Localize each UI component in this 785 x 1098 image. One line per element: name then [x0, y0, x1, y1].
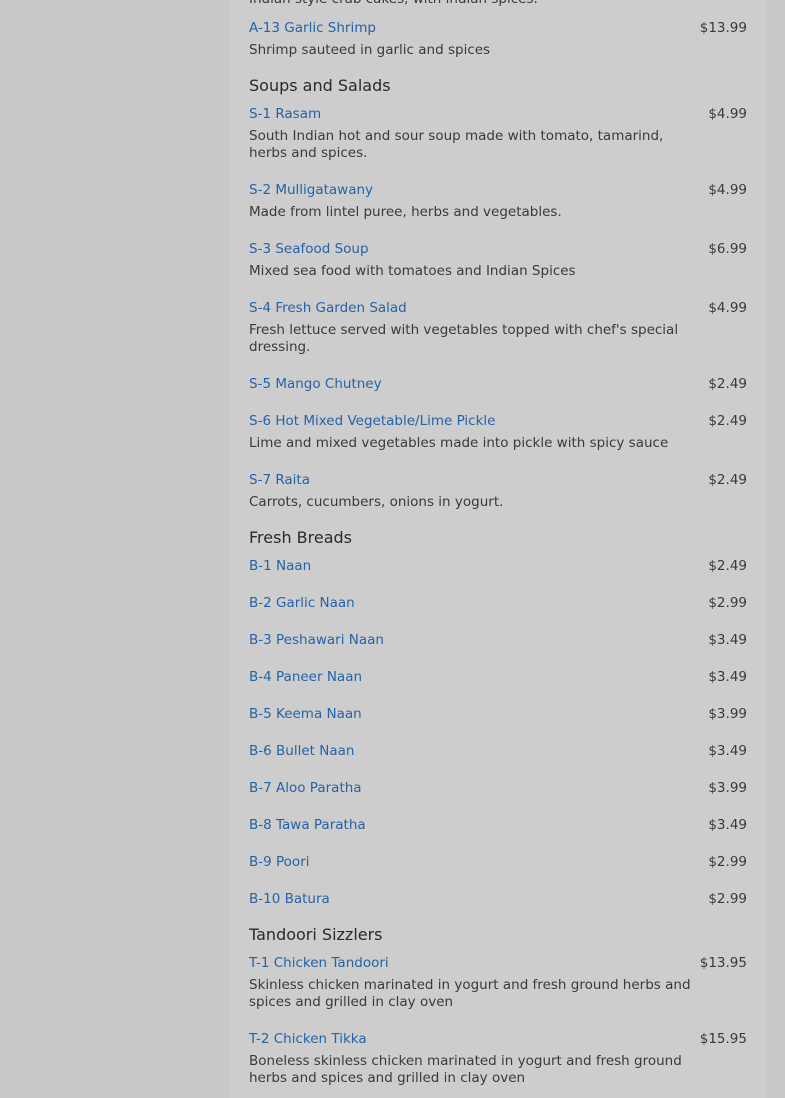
- menu-item-price: $2.99: [708, 854, 747, 870]
- menu-item: B-5 Keema Naan $3.99: [249, 706, 747, 723]
- menu-item: S-6 Hot Mixed Vegetable/Lime Pickle $2.49…: [249, 413, 747, 452]
- menu-item-name[interactable]: S-2 Mulligatawany: [249, 182, 373, 199]
- menu-item: B-1 Naan $2.49: [249, 558, 747, 575]
- menu-content: Indian style crab cakes, with indian spi…: [249, 0, 747, 1098]
- menu-item-name[interactable]: T-1 Chicken Tandoori: [249, 955, 389, 972]
- menu-item-price: $15.95: [699, 1031, 747, 1047]
- menu-item-name[interactable]: B-6 Bullet Naan: [249, 743, 354, 760]
- menu-item-name[interactable]: B-9 Poori: [249, 854, 310, 871]
- section-title: Tandoori Sizzlers: [249, 925, 383, 944]
- menu-section: Soups and Salads S-1 Rasam $4.99 South Indi…: [249, 76, 747, 511]
- menu-item-name[interactable]: S-6 Hot Mixed Vegetable/Lime Pickle: [249, 413, 495, 430]
- menu-panel: Indian style crab cakes, with indian spi…: [229, 0, 767, 1098]
- menu-item-price: $3.49: [708, 669, 747, 685]
- menu-item: S-3 Seafood Soup $6.99 Mixed sea food with…: [249, 241, 747, 280]
- menu-item-price: $3.49: [708, 817, 747, 833]
- menu-item-price: $6.99: [708, 241, 747, 257]
- menu-item-price: $2.49: [708, 376, 747, 392]
- menu-item-price: $2.49: [708, 558, 747, 574]
- menu-item-price: $3.49: [708, 743, 747, 759]
- menu-item-name[interactable]: T-2 Chicken Tikka: [249, 1031, 367, 1048]
- menu-item-description: Lime and mixed vegetables made into pick…: [249, 435, 669, 451]
- menu-item-price: $2.49: [708, 413, 747, 429]
- menu-item-name[interactable]: B-4 Paneer Naan: [249, 669, 362, 686]
- menu-item-price: $4.99: [708, 106, 747, 122]
- menu-item: B-2 Garlic Naan $2.99: [249, 595, 747, 612]
- menu-item-description: Boneless skinless chicken marinated in y…: [249, 1053, 682, 1086]
- menu-item-description: Carrots, cucumbers, onions in yogurt.: [249, 494, 504, 510]
- menu-item-name[interactable]: B-1 Naan: [249, 558, 311, 575]
- menu-item: B-9 Poori $2.99: [249, 854, 747, 871]
- menu-item: S-5 Mango Chutney $2.49: [249, 376, 747, 393]
- menu-item-name[interactable]: B-10 Batura: [249, 891, 330, 908]
- menu-item-price: $3.49: [708, 632, 747, 648]
- menu-item: S-7 Raita $2.49 Carrots, cucumbers, onions…: [249, 472, 747, 511]
- menu-item-name[interactable]: B-5 Keema Naan: [249, 706, 362, 723]
- menu-section: Tandoori Sizzlers T-1 Chicken Tandoori $13…: [249, 925, 747, 1087]
- menu-item-price: $3.99: [708, 706, 747, 722]
- menu-item-name[interactable]: B-3 Peshawari Naan: [249, 632, 384, 649]
- menu-item-description: Shrimp sauteed in garlic and spices: [249, 42, 491, 58]
- menu-item-price: $13.95: [699, 955, 747, 971]
- menu-item-price: $4.99: [708, 182, 747, 198]
- item-description: Indian style crab cakes, with indian spi…: [249, 0, 747, 8]
- menu-item: B-7 Aloo Paratha $3.99: [249, 780, 747, 797]
- menu-item: B-10 Batura $2.99: [249, 891, 747, 908]
- menu-item-description: South Indian hot and sour soup made with…: [249, 128, 664, 161]
- menu-item: T-2 Chicken Tikka $15.95 Boneless skinless…: [249, 1031, 747, 1087]
- menu-item-description: Fresh lettuce served with vegetables top…: [249, 322, 679, 355]
- menu-item-name[interactable]: S-4 Fresh Garden Salad: [249, 300, 407, 317]
- menu-item-name[interactable]: B-7 Aloo Paratha: [249, 780, 362, 797]
- menu-item-name[interactable]: S-5 Mango Chutney: [249, 376, 382, 393]
- menu-sections: Soups and Salads S-1 Rasam $4.99 South Indi…: [249, 76, 747, 1087]
- menu-section: Fresh Breads B-1 Naan $2.49 B-2 Garlic Naan…: [249, 528, 747, 908]
- menu-item-price: $2.99: [708, 595, 747, 611]
- menu-item-description: Made from lintel puree, herbs and vegeta…: [249, 204, 562, 220]
- menu-item: B-3 Peshawari Naan $3.49: [249, 632, 747, 649]
- menu-item: S-1 Rasam $4.99 South Indian hot and sour …: [249, 106, 747, 162]
- menu-item: A-13 Garlic Shrimp $13.99 Shrimp sauteed…: [249, 20, 747, 59]
- menu-item-price: $2.99: [708, 891, 747, 907]
- section-title: Soups and Salads: [249, 76, 391, 95]
- menu-item: B-6 Bullet Naan $3.49: [249, 743, 747, 760]
- menu-item-name[interactable]: S-1 Rasam: [249, 106, 321, 123]
- menu-item-price: $4.99: [708, 300, 747, 316]
- menu-item-name[interactable]: B-2 Garlic Naan: [249, 595, 355, 612]
- menu-item-name[interactable]: S-7 Raita: [249, 472, 310, 489]
- menu-item-description: Skinless chicken marinated in yogurt and…: [249, 977, 691, 1010]
- menu-item-name[interactable]: A-13 Garlic Shrimp: [249, 20, 376, 37]
- section-title: Fresh Breads: [249, 528, 353, 547]
- menu-item: B-4 Paneer Naan $3.49: [249, 669, 747, 686]
- menu-item-price: $3.99: [708, 780, 747, 796]
- menu-item-name[interactable]: S-3 Seafood Soup: [249, 241, 369, 258]
- menu-item: T-1 Chicken Tandoori $13.95 Skinless chick…: [249, 955, 747, 1011]
- menu-item: B-8 Tawa Paratha $3.49: [249, 817, 747, 834]
- menu-item-description: Mixed sea food with tomatoes and Indian …: [249, 263, 576, 279]
- menu-item: S-4 Fresh Garden Salad $4.99 Fresh lettuce…: [249, 300, 747, 356]
- menu-item-price: $2.49: [708, 472, 747, 488]
- menu-item: S-2 Mulligatawany $4.99 Made from lintel p…: [249, 182, 747, 221]
- menu-item-price: $13.99: [699, 20, 747, 36]
- menu-item-name[interactable]: B-8 Tawa Paratha: [249, 817, 366, 834]
